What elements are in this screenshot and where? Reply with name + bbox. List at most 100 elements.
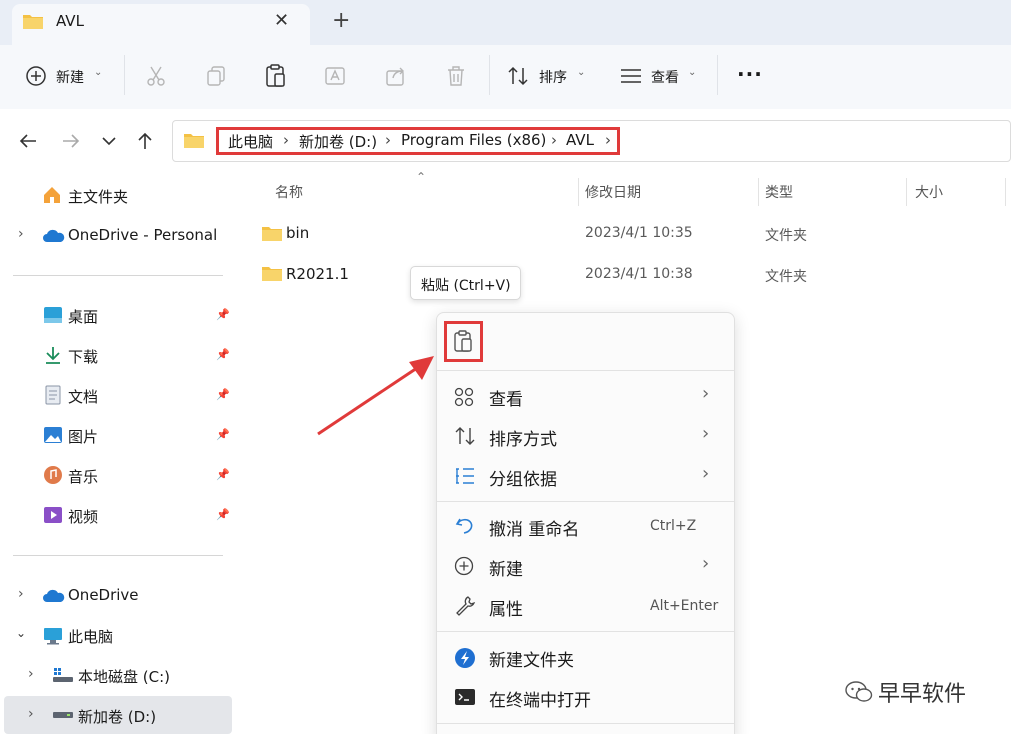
- terminal-icon: [455, 689, 475, 705]
- videos-icon: [44, 507, 62, 523]
- grid-icon: [454, 387, 474, 407]
- breadcrumb-this-pc[interactable]: 此电脑: [228, 131, 273, 152]
- file-modified: 2023/4/1 10:38: [585, 266, 693, 282]
- chevron-right-icon[interactable]: ›: [18, 586, 24, 602]
- sidebar-item-documents[interactable]: 文档: [68, 386, 98, 407]
- pin-icon[interactable]: 📌: [216, 388, 230, 401]
- download-icon: [46, 347, 60, 364]
- wrench-icon: [456, 596, 476, 616]
- up-arrow-icon[interactable]: [136, 131, 154, 151]
- menu-item-new-folder[interactable]: 新建文件夹: [444, 641, 727, 673]
- menu-item-label: 查看: [489, 390, 523, 410]
- music-icon: [44, 466, 62, 484]
- close-icon[interactable]: ✕: [274, 10, 289, 31]
- chevron-down-icon: ⌄: [688, 67, 697, 78]
- pin-icon[interactable]: 📌: [216, 508, 230, 521]
- recent-locations-icon[interactable]: [101, 135, 117, 147]
- undo-icon: [455, 518, 473, 534]
- menu-item-new[interactable]: 新建 ›: [444, 550, 727, 582]
- drive-icon: [53, 712, 73, 718]
- column-header-type[interactable]: 类型: [765, 182, 793, 202]
- chevron-right-icon[interactable]: ›: [551, 131, 557, 149]
- cloud-icon: [43, 589, 65, 602]
- file-name: bin: [286, 224, 310, 242]
- breadcrumb-avl[interactable]: AVL: [566, 131, 594, 149]
- column-header-name[interactable]: 名称: [275, 182, 303, 202]
- new-button[interactable]: 新建 ⌄: [22, 62, 112, 90]
- cut-icon[interactable]: [144, 64, 168, 88]
- sidebar-item-videos[interactable]: 视频: [68, 506, 98, 527]
- breadcrumb-drive-d[interactable]: 新加卷 (D:): [299, 131, 377, 152]
- sidebar-item-drive-d[interactable]: 新加卷 (D:): [78, 706, 156, 727]
- toolbar-divider: [124, 55, 125, 95]
- sort-icon: [455, 427, 475, 445]
- pin-icon[interactable]: 📌: [216, 468, 230, 481]
- group-list-icon: [456, 468, 474, 484]
- menu-divider: [437, 370, 734, 371]
- menu-item-sort[interactable]: 排序方式 ›: [444, 420, 727, 452]
- folder-icon: [23, 15, 43, 29]
- menu-divider: [437, 501, 734, 502]
- sidebar-item-onedrive-personal[interactable]: OneDrive - Personal: [68, 226, 217, 244]
- system-drive-icon: [53, 668, 73, 682]
- menu-shortcut: Ctrl+Z: [650, 518, 697, 534]
- sidebar-item-pictures[interactable]: 图片: [68, 426, 98, 447]
- table-row[interactable]: bin 2023/4/1 10:35 文件夹: [255, 220, 1005, 248]
- chevron-right-icon[interactable]: ›: [28, 666, 34, 682]
- view-list-icon: [621, 69, 641, 83]
- pin-icon[interactable]: 📌: [216, 348, 230, 361]
- chevron-right-icon[interactable]: ›: [18, 226, 24, 242]
- menu-item-label: 分组依据: [489, 470, 557, 490]
- column-header-size[interactable]: 大小: [915, 182, 943, 202]
- sidebar-item-this-pc[interactable]: 此电脑: [68, 626, 113, 647]
- desktop-icon: [44, 307, 62, 323]
- annotation-arrow: [317, 356, 434, 436]
- menu-item-properties[interactable]: 属性 Alt+Enter: [444, 590, 727, 622]
- table-row[interactable]: R2021.1 2023/4/1 10:38 文件夹: [255, 260, 1005, 288]
- chevron-right-icon: ›: [702, 463, 710, 484]
- sort-button[interactable]: 排序 ⌄: [505, 62, 590, 90]
- view-button[interactable]: 查看 ⌄: [618, 62, 703, 90]
- sidebar-item-home[interactable]: 主文件夹: [68, 186, 128, 207]
- delete-icon[interactable]: [444, 64, 468, 88]
- copy-icon[interactable]: [204, 64, 228, 88]
- pin-icon[interactable]: 📌: [216, 308, 230, 321]
- chevron-right-icon[interactable]: ›: [283, 131, 289, 149]
- chevron-right-icon[interactable]: ›: [605, 131, 611, 149]
- sidebar-item-onedrive[interactable]: OneDrive: [68, 586, 139, 604]
- plus-circle-icon: [454, 556, 474, 576]
- menu-item-open-terminal[interactable]: 在终端中打开: [444, 681, 727, 713]
- sidebar-item-drive-c[interactable]: 本地磁盘 (C:): [78, 666, 170, 687]
- more-options-icon[interactable]: ···: [737, 62, 763, 86]
- chevron-right-icon[interactable]: ›: [385, 131, 391, 149]
- menu-divider: [437, 631, 734, 632]
- menu-item-undo-rename[interactable]: 撤消 重命名 Ctrl+Z: [444, 510, 727, 542]
- tab-title: AVL: [56, 12, 84, 30]
- column-divider[interactable]: [1005, 178, 1006, 206]
- sidebar-item-downloads[interactable]: 下载: [68, 346, 98, 367]
- chevron-down-icon: ⌄: [94, 67, 103, 78]
- sidebar-divider: [13, 275, 223, 276]
- new-tab-button[interactable]: +: [332, 8, 350, 33]
- watermark-text: 早早软件: [878, 682, 967, 707]
- column-divider[interactable]: [906, 178, 907, 206]
- back-arrow-icon[interactable]: [18, 132, 38, 150]
- column-header-modified[interactable]: 修改日期: [585, 182, 641, 202]
- forward-arrow-icon[interactable]: [61, 132, 81, 150]
- column-divider[interactable]: [758, 178, 759, 206]
- menu-item-label: 新建文件夹: [489, 651, 574, 671]
- sidebar-item-music[interactable]: 音乐: [68, 466, 98, 487]
- sidebar-item-desktop[interactable]: 桌面: [68, 306, 98, 327]
- paste-icon[interactable]: [264, 63, 288, 89]
- menu-item-group-by[interactable]: 分组依据 ›: [444, 460, 727, 492]
- menu-item-view[interactable]: 查看 ›: [444, 380, 727, 412]
- paste-tooltip: 粘贴 (Ctrl+V): [410, 266, 521, 300]
- chevron-down-icon[interactable]: ⌄: [16, 626, 26, 640]
- chevron-right-icon[interactable]: ›: [28, 706, 34, 722]
- share-icon[interactable]: [384, 64, 408, 88]
- rename-icon[interactable]: [324, 64, 348, 88]
- breadcrumb-program-files[interactable]: Program Files (x86): [401, 131, 546, 149]
- pin-icon[interactable]: 📌: [216, 428, 230, 441]
- view-button-label: 查看: [651, 70, 679, 86]
- column-divider[interactable]: [578, 178, 579, 206]
